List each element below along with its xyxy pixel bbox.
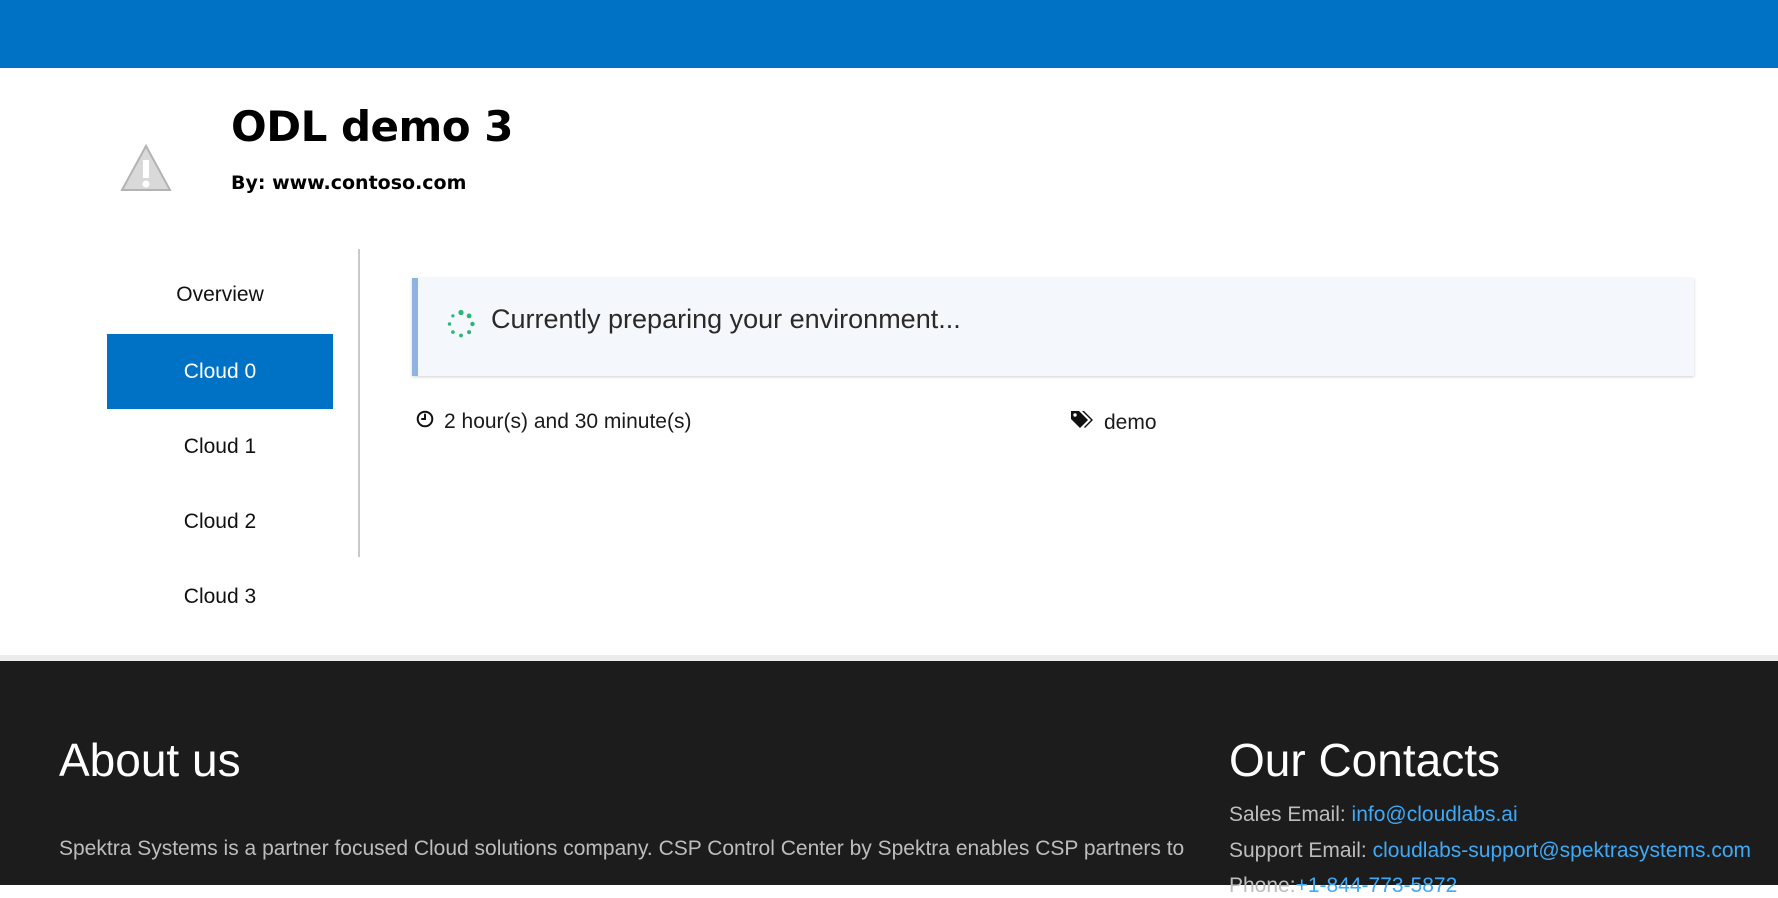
sidebar-item-cloud-1[interactable]: Cloud 1 [107,409,333,484]
tags-icon [1070,410,1104,436]
sidebar-item-cloud-3[interactable]: Cloud 3 [107,559,333,634]
environment-status-banner: Currently preparing your environment... [412,278,1694,376]
contacts-heading: Our Contacts [1229,734,1500,786]
support-email-label: Support Email: [1229,839,1373,862]
sales-email-link[interactable]: info@cloudlabs.ai [1352,803,1518,826]
about-us-text: Spektra Systems is a partner focused Clo… [59,837,1185,860]
phone-label: Phone: [1229,874,1296,897]
page-footer: About us Spektra Systems is a partner fo… [0,655,1778,897]
about-us-heading: About us [59,734,241,786]
sales-email-line: Sales Email: info@cloudlabs.ai [1229,803,1518,827]
tag-text[interactable]: demo [1104,411,1157,435]
lab-tags: demo [1070,410,1157,436]
support-email-link[interactable]: cloudlabs-support@spektrasystems.com [1373,839,1751,862]
phone-link[interactable]: +1-844-773-5872 [1296,874,1458,897]
sidebar-item-cloud-2[interactable]: Cloud 2 [107,484,333,559]
sidebar-item-overview[interactable]: Overview [107,256,333,334]
support-email-line: Support Email: cloudlabs-support@spektra… [1229,839,1751,863]
spinner-icon [446,309,476,339]
status-message: Currently preparing your environment... [491,304,961,334]
page-title: ODL demo 3 [231,102,513,151]
duration-text: 2 hour(s) and 30 minute(s) [444,410,692,433]
top-bar [0,0,1778,68]
sidebar-divider [358,249,360,557]
clock-icon [416,410,444,434]
sidebar-item-cloud-0[interactable]: Cloud 0 [107,334,333,409]
lab-duration: 2 hour(s) and 30 minute(s) [416,410,691,434]
phone-line: Phone:+1-844-773-5872 [1229,874,1457,898]
publisher-byline: By: www.contoso.com [231,172,467,194]
broken-image-icon [118,140,174,196]
sidebar-nav: Overview Cloud 0 Cloud 1 Cloud 2 Cloud 3 [107,265,333,634]
sales-email-label: Sales Email: [1229,803,1352,826]
